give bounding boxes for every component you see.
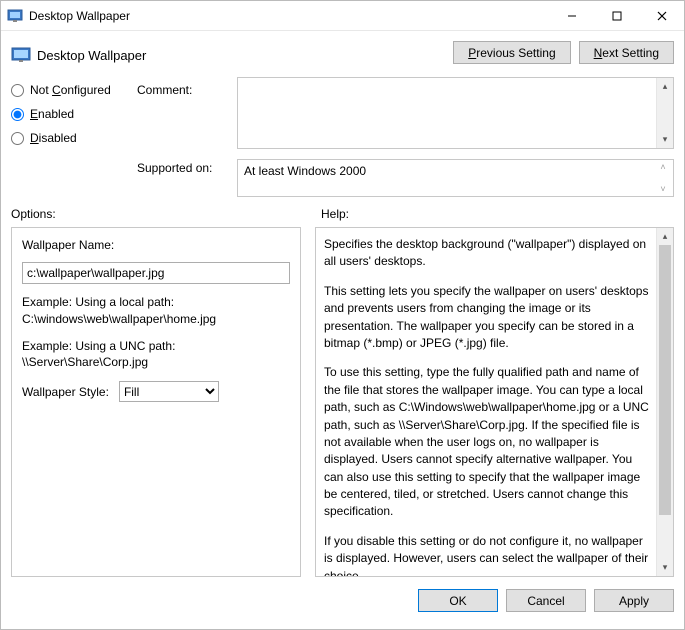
previous-setting-button[interactable]: Previous Setting xyxy=(453,41,570,64)
ok-button[interactable]: OK xyxy=(418,589,498,612)
window-title: Desktop Wallpaper xyxy=(29,9,549,23)
wallpaper-style-label: Wallpaper Style: xyxy=(22,385,109,399)
cancel-button[interactable]: Cancel xyxy=(506,589,586,612)
wallpaper-name-label: Wallpaper Name: xyxy=(22,238,290,252)
help-scrollbar[interactable]: ▴ ▾ xyxy=(656,228,673,576)
titlebar: Desktop Wallpaper xyxy=(1,1,684,31)
minimize-button[interactable] xyxy=(549,1,594,30)
options-panel: Wallpaper Name: Example: Using a local p… xyxy=(11,227,301,577)
scroll-up-icon[interactable]: ▴ xyxy=(657,228,673,245)
policy-icon xyxy=(11,45,31,65)
supported-on-box: At least Windows 2000 ˄ ˅ xyxy=(237,159,674,197)
supported-on-label: Supported on: xyxy=(137,161,227,175)
help-panel: Specifies the desktop background ("wallp… xyxy=(315,227,674,577)
radio-enabled[interactable]: Enabled xyxy=(11,107,127,121)
scroll-down-icon[interactable]: ▾ xyxy=(657,559,673,576)
example-unc-path: Example: Using a UNC path: \\Server\Shar… xyxy=(22,338,290,372)
help-paragraph: This setting lets you specify the wallpa… xyxy=(324,283,651,353)
help-paragraph: To use this setting, type the fully qual… xyxy=(324,364,651,521)
policy-title: Desktop Wallpaper xyxy=(37,48,146,63)
help-label: Help: xyxy=(321,207,349,221)
scroll-down-icon[interactable]: ▾ xyxy=(657,131,673,148)
apply-button[interactable]: Apply xyxy=(594,589,674,612)
wallpaper-style-select[interactable]: Fill xyxy=(119,381,219,402)
example-local-path: Example: Using a local path: C:\windows\… xyxy=(22,294,290,328)
supported-on-value: At least Windows 2000 xyxy=(244,164,366,178)
radio-not-configured[interactable]: Not Configured xyxy=(11,83,127,97)
maximize-button[interactable] xyxy=(594,1,639,30)
close-button[interactable] xyxy=(639,1,684,30)
next-setting-button[interactable]: Next Setting xyxy=(579,41,674,64)
scroll-up-icon[interactable]: ▴ xyxy=(657,78,673,95)
supported-down-icon[interactable]: ˅ xyxy=(660,184,665,194)
scrollbar-thumb[interactable] xyxy=(659,245,671,515)
radio-disabled[interactable]: Disabled xyxy=(11,131,127,145)
app-icon xyxy=(7,8,23,24)
supported-up-icon[interactable]: ˄ xyxy=(660,162,665,172)
help-paragraph: Specifies the desktop background ("wallp… xyxy=(324,236,651,271)
comment-textarea[interactable]: ▴ ▾ xyxy=(237,77,674,149)
wallpaper-name-input[interactable] xyxy=(22,262,290,284)
help-paragraph: If you disable this setting or do not co… xyxy=(324,533,651,577)
options-label: Options: xyxy=(11,207,301,221)
comment-label: Comment: xyxy=(137,83,227,161)
comment-scrollbar[interactable]: ▴ ▾ xyxy=(656,78,673,148)
